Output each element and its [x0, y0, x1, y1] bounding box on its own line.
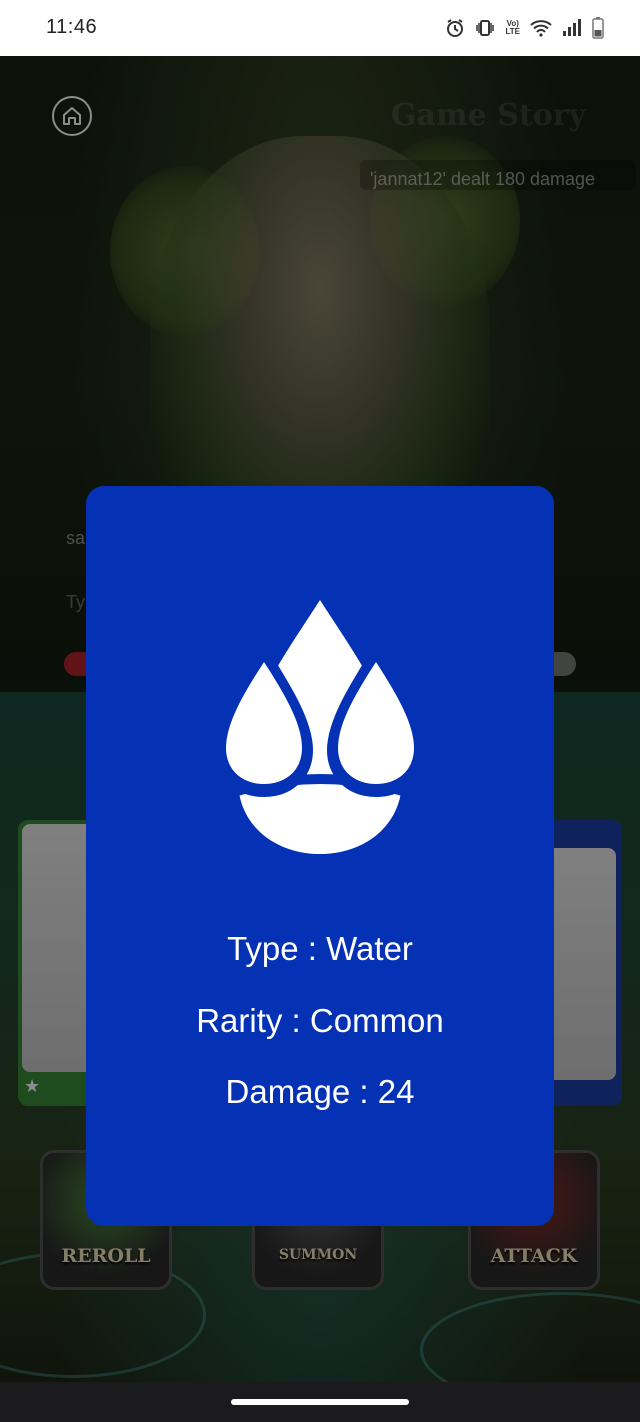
home-gesture-handle[interactable] [231, 1399, 409, 1405]
card-detail-modal: Type : Water Rarity : Common Damage : 24 [86, 486, 554, 1226]
battery-icon [592, 17, 604, 39]
wifi-icon [530, 19, 552, 37]
water-drops-icon [214, 600, 426, 854]
card-rarity: Rarity : Common [196, 1002, 444, 1039]
vibrate-icon [475, 18, 495, 38]
navigation-bar [0, 1382, 640, 1422]
status-icons: Vo) LTE [445, 14, 604, 42]
volte-icon: Vo) LTE [505, 19, 520, 36]
alarm-icon [445, 18, 465, 38]
card-type: Type : Water [227, 930, 413, 967]
card-damage: Damage : 24 [225, 1073, 415, 1110]
status-time: 11:46 [46, 16, 98, 38]
signal-icon [562, 19, 582, 37]
status-bar: 11:46 Vo) LTE [0, 0, 640, 56]
